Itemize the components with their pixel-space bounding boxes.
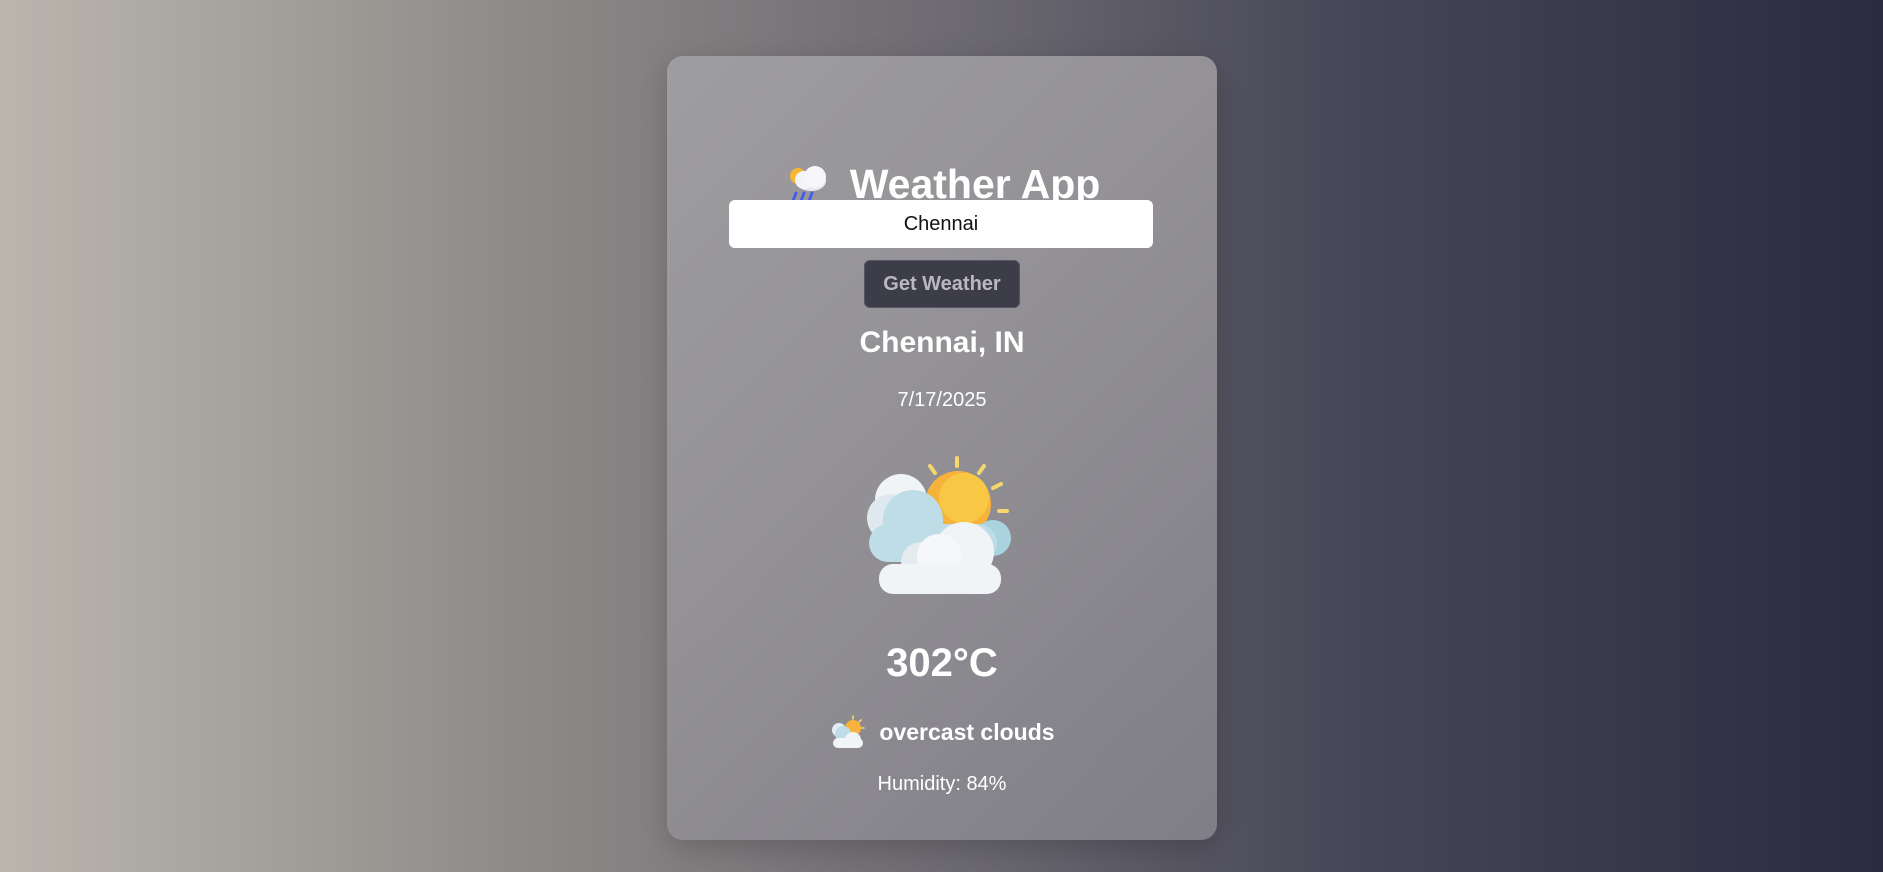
weather-description: overcast clouds <box>667 714 1217 750</box>
weather-date: 7/17/2025 <box>897 389 987 411</box>
weather-card: Weather App Get Weather Chennai, IN 7/17… <box>667 56 1217 840</box>
get-weather-button[interactable]: Get Weather <box>864 260 1020 308</box>
humidity-text: Humidity: 84% <box>877 773 1007 795</box>
partly-cloudy-icon <box>867 456 1011 594</box>
location-name: Chennai, IN <box>859 326 1025 359</box>
city-search-input[interactable] <box>729 200 1153 248</box>
temperature: 302°C <box>886 641 998 685</box>
description-text: overcast clouds <box>879 718 1055 745</box>
partly-cloudy-small-icon <box>832 715 866 748</box>
